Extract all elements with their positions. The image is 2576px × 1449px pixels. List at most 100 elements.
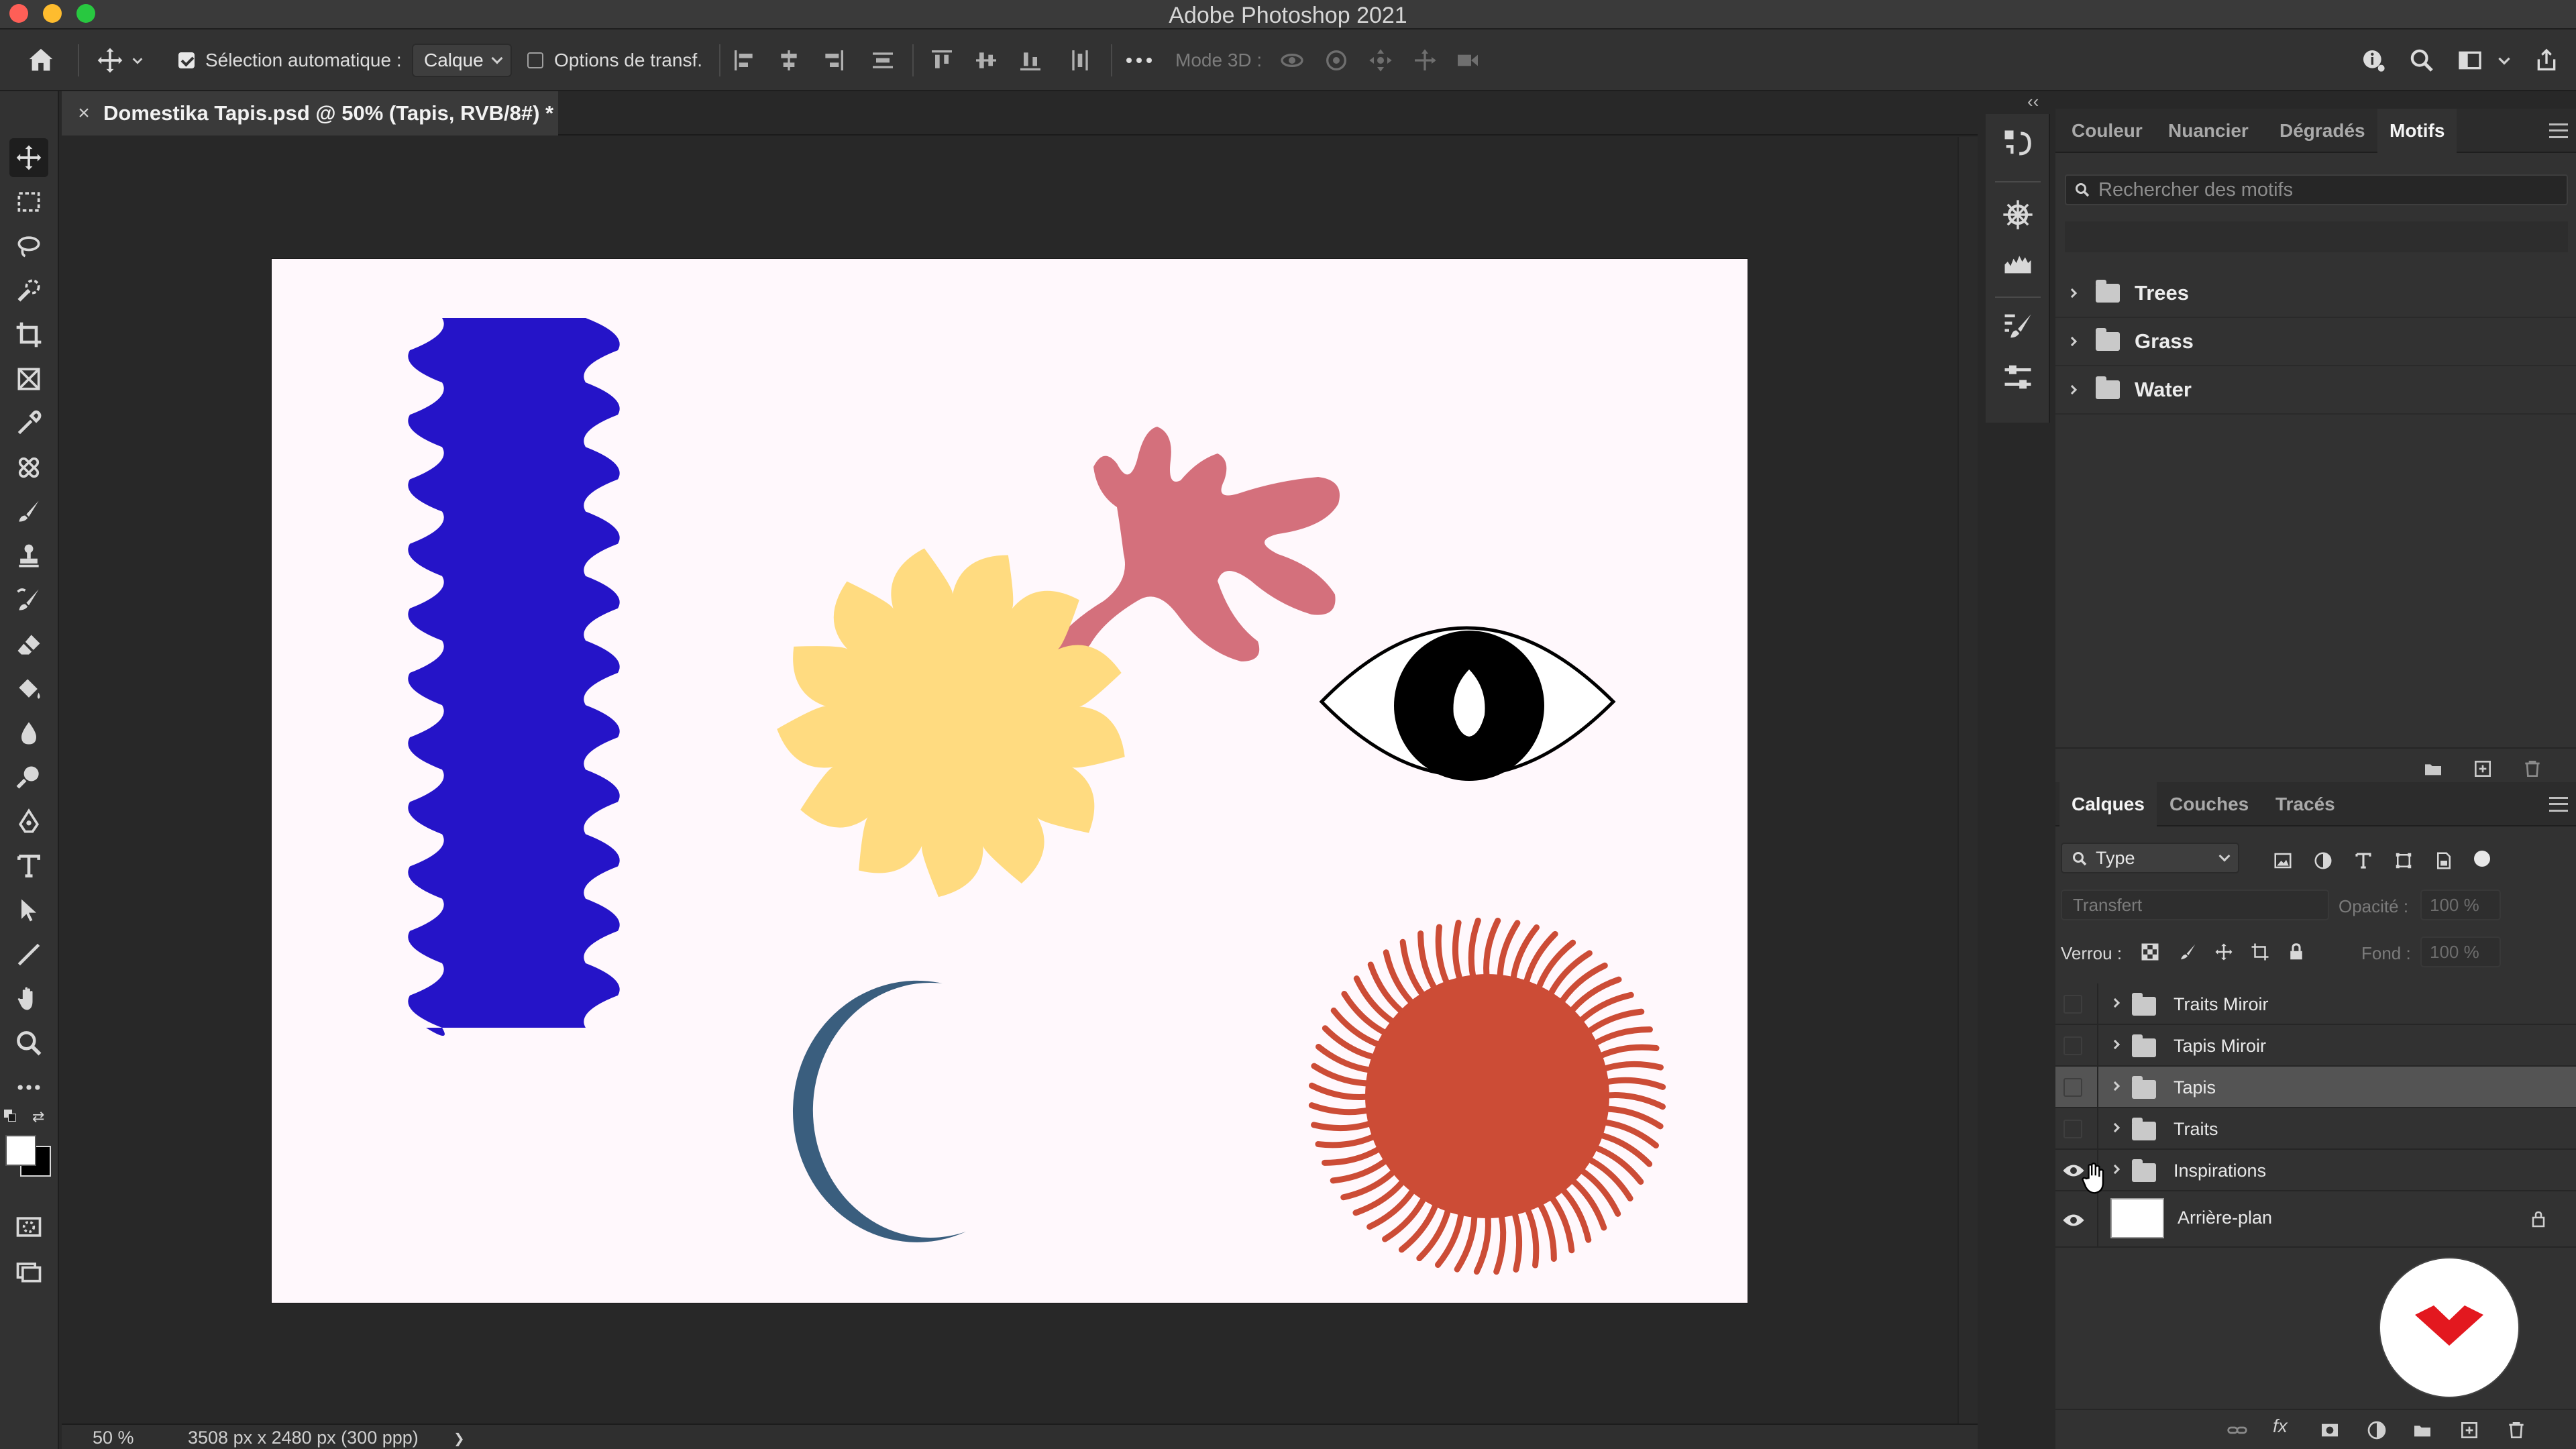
blend-mode-dropdown[interactable]: Transfert [2061, 890, 2329, 920]
auto-select-dropdown[interactable]: Calque [412, 44, 512, 77]
slide-3d-icon[interactable] [1411, 47, 1438, 74]
screen-mode-button[interactable] [9, 1252, 48, 1291]
chevron-right-icon[interactable] [2067, 384, 2078, 395]
quick-mask-button[interactable] [9, 1208, 48, 1246]
new-group-icon[interactable] [2422, 758, 2445, 780]
brush-settings-panel-icon[interactable] [2000, 309, 2035, 343]
history-brush-tool[interactable] [9, 581, 48, 620]
new-layer-icon[interactable] [2458, 1419, 2481, 1441]
tab-motifs[interactable]: Motifs [2377, 109, 2457, 153]
hand-tool[interactable] [9, 979, 48, 1018]
filter-toggle[interactable] [2474, 851, 2490, 867]
distribute-horizontal-icon[interactable] [1067, 47, 1093, 74]
link-layers-icon[interactable] [2226, 1419, 2249, 1441]
share-icon[interactable] [2533, 47, 2560, 74]
fill-field[interactable]: 100 % [2420, 936, 2501, 967]
visibility-toggle[interactable] [2063, 995, 2082, 1014]
learn-icon[interactable] [2360, 47, 2387, 74]
collapse-dock-icon[interactable]: ‹‹ [2027, 91, 2039, 112]
move-tool-preset[interactable] [95, 30, 145, 91]
chevron-right-icon[interactable] [2110, 1122, 2121, 1133]
adjustment-filter-icon[interactable] [2313, 851, 2333, 871]
transform-options-checkbox[interactable]: Options de transf. [527, 30, 702, 91]
zoom-level[interactable]: 50 % [93, 1428, 134, 1448]
eraser-tool[interactable] [9, 625, 48, 664]
tab-traces[interactable]: Tracés [2263, 782, 2347, 826]
lock-all-icon[interactable] [2286, 942, 2306, 962]
chevron-right-icon[interactable] [2110, 1081, 2121, 1091]
pattern-group-grass[interactable]: Grass [2055, 318, 2576, 366]
marquee-tool[interactable] [9, 182, 48, 221]
lock-position-icon[interactable] [2214, 942, 2234, 962]
brush-tool[interactable] [9, 492, 48, 531]
line-tool[interactable] [9, 935, 48, 974]
chevron-right-icon[interactable] [2110, 998, 2121, 1008]
panel-menu-icon[interactable] [2549, 797, 2568, 812]
patterns-search-input[interactable] [2098, 176, 2561, 204]
align-hcenter-icon[interactable] [775, 47, 802, 74]
search-icon[interactable] [2408, 47, 2435, 74]
tab-degrades[interactable]: Dégradés [2267, 109, 2377, 153]
panel-menu-icon[interactable] [2549, 123, 2568, 138]
fx-icon[interactable]: fx [2273, 1415, 2296, 1437]
trash-icon[interactable] [2521, 758, 2544, 780]
distribute-vertical-icon[interactable] [869, 47, 896, 74]
pen-tool[interactable] [9, 802, 48, 841]
crop-tool[interactable] [9, 315, 48, 354]
tab-nuancier[interactable]: Nuancier [2156, 109, 2261, 153]
lock-transparent-icon[interactable] [2140, 942, 2160, 962]
histogram-panel-icon[interactable] [2000, 244, 2035, 279]
transform-check[interactable] [527, 52, 543, 68]
foreground-color-swatch[interactable] [5, 1135, 36, 1166]
auto-select-checkbox[interactable]: Sélection automatique : [178, 30, 402, 91]
home-button[interactable] [25, 30, 56, 91]
align-vcenter-icon[interactable] [973, 47, 1000, 74]
layer-tapis[interactable]: Tapis [2055, 1067, 2576, 1108]
trash-icon[interactable] [2505, 1419, 2528, 1441]
chevron-right-icon[interactable] [2067, 336, 2078, 347]
pattern-group-water[interactable]: Water [2055, 366, 2576, 415]
visibility-toggle[interactable] [2063, 1036, 2082, 1055]
eye-visibility-icon[interactable] [2062, 1212, 2085, 1229]
navigator-panel-icon[interactable] [2000, 197, 2035, 232]
document-canvas[interactable] [272, 259, 1748, 1303]
tab-calques[interactable]: Calques [2059, 782, 2157, 826]
paint-bucket-tool[interactable] [9, 669, 48, 708]
move-tool[interactable] [9, 138, 48, 177]
blur-tool[interactable] [9, 714, 48, 753]
lock-pixels-icon[interactable] [2178, 942, 2198, 962]
chevron-right-icon[interactable] [2067, 288, 2078, 299]
add-mask-icon[interactable] [2318, 1419, 2341, 1441]
document-tab[interactable]: × Domestika Tapis.psd @ 50% (Tapis, RVB/… [62, 91, 558, 136]
align-top-icon[interactable] [928, 47, 955, 74]
adjustments-panel-icon[interactable] [2000, 360, 2035, 394]
layer-traits-miroir[interactable]: Traits Miroir [2055, 983, 2576, 1025]
swap-colors-icon[interactable]: ⇄ [32, 1108, 44, 1126]
path-select-tool[interactable] [9, 891, 48, 930]
lock-artboard-icon[interactable] [2250, 942, 2270, 962]
status-menu-arrow[interactable]: ❯ [453, 1430, 465, 1447]
auto-select-check[interactable] [178, 52, 195, 68]
vertical-scrollbar[interactable] [1957, 137, 1978, 1424]
opacity-field[interactable]: 100 % [2420, 890, 2501, 920]
align-right-icon[interactable] [820, 47, 847, 74]
layer-filter-dropdown[interactable]: Type [2061, 843, 2239, 873]
default-colors-icon[interactable] [4, 1110, 17, 1123]
more-options-button[interactable] [1124, 30, 1154, 91]
adjustment-layer-icon[interactable] [2365, 1419, 2388, 1441]
new-pattern-icon[interactable] [2471, 758, 2494, 780]
layer-traits[interactable]: Traits [2055, 1108, 2576, 1150]
layer-arriere-plan[interactable]: Arrière-plan [2055, 1191, 2576, 1248]
scale-3d-icon[interactable] [1454, 47, 1481, 74]
visibility-toggle[interactable] [2063, 1120, 2082, 1138]
layer-tapis-miroir[interactable]: Tapis Miroir [2055, 1025, 2576, 1067]
frame-tool[interactable] [9, 360, 48, 398]
tab-couches[interactable]: Couches [2157, 782, 2261, 826]
stamp-tool[interactable] [9, 537, 48, 576]
new-group-icon[interactable] [2411, 1419, 2434, 1441]
pixel-filter-icon[interactable] [2273, 851, 2293, 871]
zoom-tool[interactable] [9, 1024, 48, 1063]
roll-3d-icon[interactable] [1323, 47, 1350, 74]
dodge-tool[interactable] [9, 758, 48, 797]
shape-filter-icon[interactable] [2394, 851, 2414, 871]
